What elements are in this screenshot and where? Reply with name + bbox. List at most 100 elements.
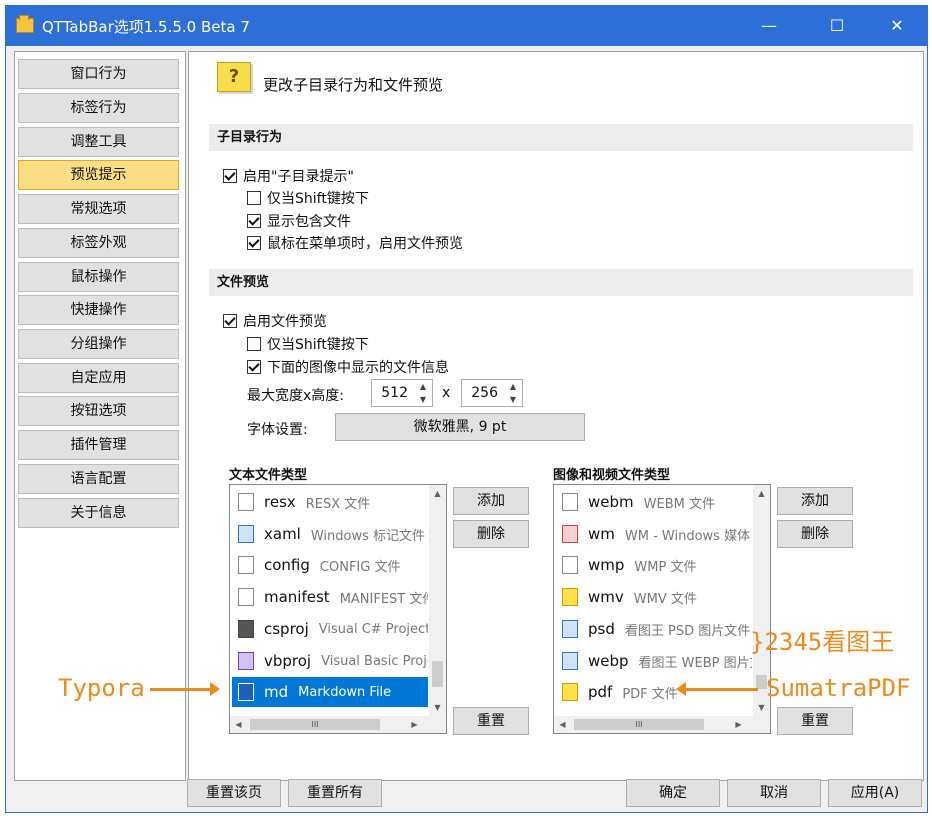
sidebar-item-plugins[interactable]: 插件管理 [18, 430, 179, 460]
csproj-icon [238, 620, 254, 638]
sidebar-item-about[interactable]: 关于信息 [18, 498, 179, 528]
sidebar-item-tab-behavior[interactable]: 标签行为 [18, 93, 179, 123]
list-item-desc: PDF 文件 [622, 686, 678, 702]
checkbox-icon[interactable] [247, 191, 261, 205]
list-item-desc: RESX 文件 [305, 496, 371, 512]
enable-file-preview-checkbox[interactable]: 启用文件预览 [223, 311, 327, 331]
apply-button[interactable]: 应用(A) [828, 779, 922, 807]
scroll-down-icon[interactable]: ▼ [429, 699, 446, 716]
sidebar-item-apps[interactable]: 自定应用 [18, 363, 179, 393]
checkbox-icon[interactable] [223, 169, 237, 183]
checkbox-icon[interactable] [247, 236, 261, 250]
media-reset-button[interactable]: 重置 [777, 707, 853, 735]
text-delete-button[interactable]: 删除 [453, 520, 529, 548]
checkbox-icon[interactable] [247, 337, 261, 351]
text-add-button[interactable]: 添加 [453, 487, 529, 515]
vertical-scrollbar[interactable]: ▲ ▼ [429, 485, 446, 716]
show-contained-files-checkbox[interactable]: 显示包含文件 [247, 211, 351, 231]
list-item[interactable]: psd 看图王 PSD 图片文件 [556, 614, 752, 644]
sidebar-item-tweaks[interactable]: 调整工具 [18, 127, 179, 157]
font-settings-label: 字体设置: [247, 422, 308, 438]
xaml-icon [238, 525, 254, 543]
spin-up-icon[interactable]: ▲ [416, 381, 430, 393]
spin-down-icon[interactable]: ▼ [416, 394, 430, 406]
menu-preview-checkbox[interactable]: 鼠标在菜单项时，启用文件预览 [247, 233, 463, 253]
scroll-thumb[interactable] [432, 661, 443, 687]
checkbox-icon[interactable] [223, 314, 237, 328]
spin-up-icon[interactable]: ▲ [506, 381, 520, 393]
spin-down-icon[interactable]: ▼ [506, 394, 520, 406]
title-bar[interactable]: QTTabBar选项1.5.5.0 Beta 7 — ☐ ✕ [6, 6, 927, 46]
list-item[interactable]: webm WEBM 文件 [556, 487, 752, 517]
reset-page-button[interactable]: 重置该页 [187, 779, 281, 807]
list-item[interactable]: csproj Visual C# Project f [232, 614, 428, 644]
checkbox-label: 仅当Shift键按下 [267, 337, 369, 353]
list-item-desc: CONFIG 文件 [319, 559, 401, 575]
minimize-button[interactable]: — [746, 11, 792, 41]
sidebar-item-mouse[interactable]: 鼠标操作 [18, 262, 179, 292]
list-item[interactable]: wmv WMV 文件 [556, 582, 752, 612]
sidebar-item-window-behavior[interactable]: 窗口行为 [18, 59, 179, 89]
horizontal-scrollbar[interactable]: ◀ III ▶ [230, 716, 446, 733]
list-item-desc: WM - Windows 媒体 [624, 528, 751, 544]
file-icon [238, 588, 254, 606]
sidebar: 窗口行为 标签行为 调整工具 预览提示 常规选项 标签外观 鼠标操作 快捷操作 … [14, 51, 186, 781]
max-height-spinner[interactable]: 256 ▲ ▼ [461, 379, 523, 407]
sidebar-item-preview-tips[interactable]: 预览提示 [18, 160, 179, 190]
scroll-left-icon[interactable]: ◀ [230, 716, 247, 733]
checkbox-icon[interactable] [247, 360, 261, 374]
show-file-info-checkbox[interactable]: 下面的图像中显示的文件信息 [247, 357, 449, 377]
scroll-up-icon[interactable]: ▲ [753, 485, 770, 502]
sidebar-item-shortcuts[interactable]: 快捷操作 [18, 295, 179, 325]
media-delete-button[interactable]: 删除 [777, 520, 853, 548]
list-item[interactable]: wmp WMP 文件 [556, 550, 752, 580]
ok-button[interactable]: 确定 [626, 779, 720, 807]
list-item-ext: vbproj [264, 652, 312, 670]
sidebar-item-general[interactable]: 常规选项 [18, 194, 179, 224]
scroll-thumb[interactable]: III [250, 719, 380, 730]
preview-section-header: 文件预览 [209, 269, 913, 296]
reset-all-button[interactable]: 重置所有 [288, 779, 382, 807]
max-width-spinner[interactable]: 512 ▲ ▼ [371, 379, 433, 407]
scroll-right-icon[interactable]: ▶ [730, 716, 747, 733]
list-item-ext: wmv [588, 588, 624, 606]
list-item-selected[interactable]: md Markdown File [232, 677, 428, 707]
text-types-list[interactable]: resx RESX 文件 xaml Windows 标记文件 config CONFI… [229, 484, 447, 734]
scroll-thumb[interactable]: III [574, 719, 704, 730]
list-item[interactable]: webp 看图王 WEBP 图片文 [556, 646, 752, 676]
question-icon: ? [217, 62, 251, 92]
maximize-button[interactable]: ☐ [814, 11, 860, 41]
annotation-arrow-left-icon [676, 682, 758, 696]
list-item[interactable]: resx RESX 文件 [232, 487, 428, 517]
sidebar-item-buttons[interactable]: 按钮选项 [18, 396, 179, 426]
scroll-right-icon[interactable]: ▶ [406, 716, 423, 733]
list-item[interactable]: wm WM - Windows 媒体 [556, 519, 752, 549]
media-add-button[interactable]: 添加 [777, 487, 853, 515]
media-types-list[interactable]: webm WEBM 文件 wm WM - Windows 媒体 wmp WMP 文件 … [553, 484, 771, 734]
cancel-button[interactable]: 取消 [727, 779, 821, 807]
subdir-shift-only-checkbox[interactable]: 仅当Shift键按下 [247, 188, 369, 208]
list-item[interactable]: vbproj Visual Basic Proje [232, 646, 428, 676]
font-settings-button[interactable]: 微软雅黑, 9 pt [335, 413, 585, 441]
scroll-up-icon[interactable]: ▲ [429, 485, 446, 502]
scroll-left-icon[interactable]: ◀ [554, 716, 571, 733]
list-item[interactable]: manifest MANIFEST 文件 [232, 582, 428, 612]
text-reset-button[interactable]: 重置 [453, 707, 529, 735]
enable-subdir-tips-checkbox[interactable]: 启用"子目录提示" [223, 166, 354, 186]
close-button[interactable]: ✕ [874, 11, 920, 41]
preview-shift-only-checkbox[interactable]: 仅当Shift键按下 [247, 334, 369, 354]
horizontal-scrollbar[interactable]: ◀ III ▶ [554, 716, 770, 733]
sidebar-item-tab-appearance[interactable]: 标签外观 [18, 228, 179, 258]
folder-icon [16, 15, 34, 33]
file-icon [238, 493, 254, 511]
list-item[interactable]: pdf PDF 文件 [556, 677, 752, 707]
sidebar-item-language[interactable]: 语言配置 [18, 464, 179, 494]
sidebar-item-groups[interactable]: 分组操作 [18, 329, 179, 359]
list-item[interactable]: xaml Windows 标记文件 [232, 519, 428, 549]
list-item[interactable]: config CONFIG 文件 [232, 550, 428, 580]
checkbox-label: 鼠标在菜单项时，启用文件预览 [267, 236, 463, 252]
list-item-desc: Visual C# Project f [318, 621, 428, 637]
list-item-desc: Windows 标记文件 [310, 528, 426, 544]
checkbox-icon[interactable] [247, 214, 261, 228]
annotation-sumatra: SumatraPDF [766, 674, 911, 702]
